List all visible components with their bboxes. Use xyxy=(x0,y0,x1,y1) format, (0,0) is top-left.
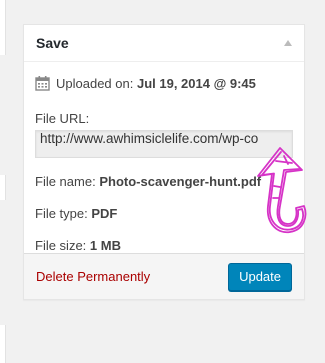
file-name-value: Photo-scavenger-hunt.pdf xyxy=(99,174,262,189)
uploaded-on-label: Uploaded on: xyxy=(56,75,134,91)
update-button[interactable]: Update xyxy=(228,262,292,291)
collapse-toggle-icon[interactable] xyxy=(284,40,292,46)
file-url-value: http://www.awhimsiclelife.com/wp-co xyxy=(40,131,259,146)
file-type-label: File type: xyxy=(35,206,88,221)
panel-title: Save xyxy=(36,35,69,51)
file-size-value: 1 MB xyxy=(89,238,121,253)
file-type-value: PDF xyxy=(91,206,118,221)
file-name-label: File name: xyxy=(35,174,96,189)
panel-header: Save xyxy=(24,25,304,62)
hand-drawn-arrow-icon xyxy=(257,147,307,234)
left-edge-fragment xyxy=(0,0,6,55)
uploaded-on-row: Uploaded on: Jul 19, 2014 @ 9:45 xyxy=(35,73,293,93)
left-edge-fragment xyxy=(0,175,6,200)
left-edge-strip xyxy=(0,0,12,363)
uploaded-on-date: Jul 19, 2014 @ 9:45 xyxy=(136,75,256,91)
major-publishing-actions: Delete Permanently Update xyxy=(24,253,304,299)
left-edge-fragment xyxy=(0,325,6,363)
calendar-icon xyxy=(35,76,50,91)
delete-permanently-link[interactable]: Delete Permanently xyxy=(36,269,150,284)
file-url-label: File URL: xyxy=(35,111,90,126)
file-size-label: File size: xyxy=(35,238,87,253)
